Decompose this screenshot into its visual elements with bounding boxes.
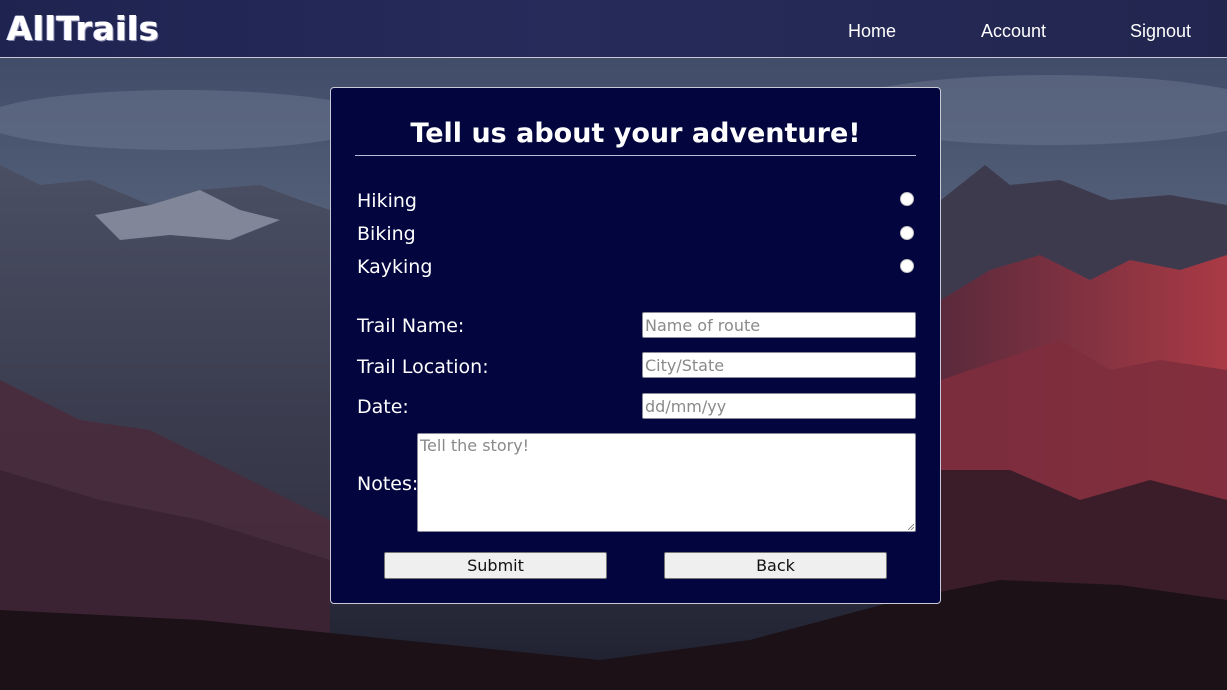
nav-link-home[interactable]: Home [848, 19, 896, 43]
trail-location-input[interactable] [642, 352, 916, 378]
page: AllTrails Home Account Signout Tell us a… [0, 0, 1227, 690]
trail-name-label: Trail Name: [357, 315, 465, 337]
trail-location-label: Trail Location: [357, 356, 489, 378]
notes-label: Notes: [357, 473, 419, 495]
radio-hiking[interactable] [900, 192, 914, 206]
form-title: Tell us about your adventure! [410, 118, 861, 149]
top-navbar: AllTrails Home Account Signout [0, 0, 1227, 58]
trail-name-input[interactable] [642, 312, 916, 338]
date-label: Date: [357, 396, 409, 418]
activity-label-biking: Biking [357, 223, 416, 245]
app-logo[interactable]: AllTrails [7, 9, 159, 49]
nav-link-account[interactable]: Account [981, 19, 1046, 43]
nav-link-signout[interactable]: Signout [1130, 19, 1191, 43]
title-divider [355, 155, 916, 156]
notes-textarea[interactable] [417, 433, 916, 532]
activity-label-kayaking: Kayking [357, 256, 433, 278]
radio-biking[interactable] [900, 226, 914, 240]
activity-label-hiking: Hiking [357, 190, 417, 212]
back-button[interactable]: Back [664, 552, 887, 579]
submit-button[interactable]: Submit [384, 552, 607, 579]
date-input[interactable] [642, 393, 916, 419]
adventure-form: Tell us about your adventure! Hiking Bik… [330, 87, 941, 604]
radio-kayaking[interactable] [900, 259, 914, 273]
